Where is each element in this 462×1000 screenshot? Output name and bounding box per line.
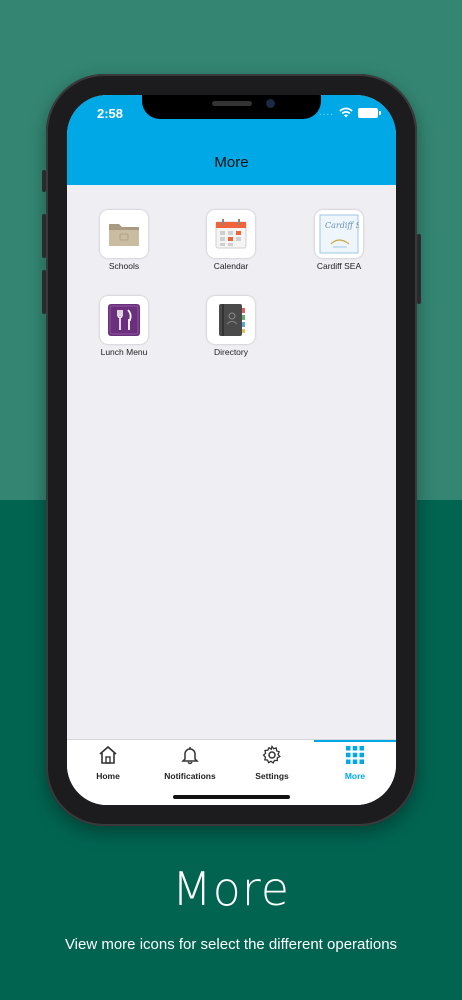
tab-label: Home [96, 771, 120, 781]
signal-icon: .... [318, 107, 334, 118]
tile-label: Schools [108, 261, 140, 271]
notch [142, 95, 321, 119]
caption-headline: More [171, 862, 291, 916]
tile-cardiff-sea[interactable]: Cardiff SEA Cardiff SEA [294, 210, 384, 271]
tab-notifications[interactable]: Notifications [149, 740, 231, 781]
power-button [417, 234, 421, 304]
tile-label: Directory [213, 347, 248, 357]
status-icons: .... [318, 107, 381, 118]
tile-calendar[interactable]: Calendar [186, 210, 276, 271]
navigation-bar: More [67, 139, 396, 185]
status-time: 2:58 [97, 106, 124, 121]
book-icon [207, 296, 255, 344]
phone-frame: 2:58 .... More Schools Calendar Cardiff … [42, 74, 421, 826]
page-title: More [214, 153, 249, 171]
tab-more[interactable]: More [314, 740, 396, 781]
status-bar: 2:58 .... [67, 95, 396, 139]
tab-label: More [344, 771, 366, 781]
grid-icon [346, 746, 364, 764]
volume-down-button [42, 270, 46, 314]
tab-home[interactable]: Home [67, 740, 149, 781]
mute-switch [42, 170, 46, 192]
tab-settings[interactable]: Settings [231, 740, 313, 781]
fork-knife-icon [100, 296, 148, 344]
speaker [212, 101, 252, 106]
home-icon [99, 745, 117, 764]
tile-lunch-menu[interactable]: Lunch Menu [79, 296, 169, 357]
bell-icon [181, 747, 199, 765]
tile-schools[interactable]: Schools [79, 210, 169, 271]
gear-icon [262, 745, 281, 764]
tab-label: Settings [255, 771, 289, 781]
home-indicator [173, 795, 290, 799]
tile-label: Cardiff SEA [316, 261, 362, 271]
tile-label: Calendar [213, 261, 249, 271]
battery-icon [358, 107, 381, 118]
tab-bar: Home Notifications Settings More [67, 739, 396, 805]
wifi-icon [339, 107, 353, 118]
phone-screen: 2:58 .... More Schools Calendar Cardiff … [67, 95, 396, 805]
tile-directory[interactable]: Directory [186, 296, 276, 357]
camera [266, 99, 275, 108]
cardiff-sea-logo-text: Cardiff SEA [325, 221, 359, 230]
calendar-icon [207, 210, 255, 258]
folder-icon [100, 210, 148, 258]
caption-subline: View more icons for select the different… [64, 936, 398, 953]
tile-label: Lunch Menu [100, 347, 148, 357]
cardiff-sea-logo: Cardiff SEA [315, 210, 363, 258]
volume-up-button [42, 214, 46, 258]
tab-label: Notifications [164, 771, 216, 781]
